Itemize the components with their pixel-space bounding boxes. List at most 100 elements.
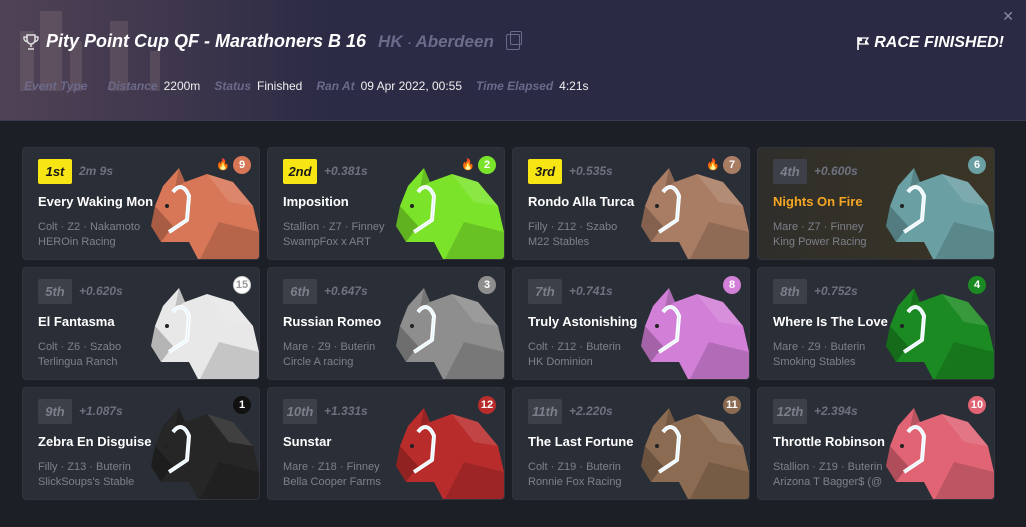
result-card[interactable]: 3rd +0.535s Rondo Alla Turca Filly · Z12… <box>512 147 750 260</box>
horse-portrait <box>886 408 994 499</box>
time-gap: +0.620s <box>79 284 123 298</box>
stable-name[interactable]: HK Dominion <box>528 356 593 368</box>
stable-name[interactable]: Terlingua Ranch <box>38 356 118 368</box>
horse-details: Filly · Z13 · Buterin <box>38 461 131 473</box>
horse-details: Stallion · Z19 · Buterin <box>773 461 883 473</box>
horse-portrait <box>151 288 259 379</box>
horse-name[interactable]: Rondo Alla Turca <box>528 194 634 209</box>
horse-portrait <box>641 168 749 259</box>
fire-icon: 🔥 <box>706 159 720 171</box>
place-badge: 5th <box>38 279 72 304</box>
place-badge: 12th <box>773 399 807 424</box>
gate-number-badge: 8 <box>723 276 741 294</box>
stable-name[interactable]: Arizona T Bagger$ (@ <box>773 476 882 488</box>
stable-name[interactable]: SwampFox x ART <box>283 236 371 248</box>
horse-name[interactable]: The Last Fortune <box>528 434 633 449</box>
race-title-row: Pity Point Cup QF - Marathoners B 16 HK … <box>22 30 522 52</box>
horse-portrait <box>396 288 504 379</box>
gate-number-badge: 11 <box>723 396 741 414</box>
horse-details: Colt · Z12 · Buterin <box>528 341 621 353</box>
result-card[interactable]: 4th +0.600s Nights On Fire Mare · Z7 · F… <box>757 147 995 260</box>
gate-number-badge: 2 <box>478 156 496 174</box>
horse-portrait <box>396 168 504 259</box>
time-gap: +0.752s <box>814 284 858 298</box>
flag-icon <box>857 37 870 50</box>
horse-name[interactable]: Truly Astonishing <box>528 314 637 329</box>
time-gap: +1.331s <box>324 404 368 418</box>
race-header: ✕ Pity Point Cup QF - Marathoners B 16 H… <box>0 0 1026 121</box>
gate-number-badge: 6 <box>968 156 986 174</box>
close-icon[interactable]: ✕ <box>1002 8 1014 25</box>
stable-name[interactable]: Ronnie Fox Racing <box>528 476 622 488</box>
horse-details: Filly · Z12 · Szabo <box>528 221 618 233</box>
horse-name[interactable]: Every Waking Mon <box>38 194 153 209</box>
meta-event-type: Event Type <box>24 79 88 93</box>
horse-name[interactable]: Throttle Robinson <box>773 434 885 449</box>
result-card[interactable]: 9th +1.087s Zebra En Disguise Filly · Z1… <box>22 387 260 500</box>
horse-portrait <box>151 168 259 259</box>
result-card[interactable]: 12th +2.394s Throttle Robinson Stallion … <box>757 387 995 500</box>
time-gap: 2m 9s <box>79 164 114 178</box>
horse-details: Colt · Z6 · Szabo <box>38 341 122 353</box>
stable-name[interactable]: Smoking Stables <box>773 356 856 368</box>
meta-status: Status Finished <box>214 79 303 93</box>
horse-details: Mare · Z18 · Finney <box>283 461 380 473</box>
time-gap: +0.535s <box>569 164 613 178</box>
copy-icon[interactable] <box>505 30 522 50</box>
stable-name[interactable]: M22 Stables <box>528 236 589 248</box>
horse-portrait <box>396 408 504 499</box>
gate-number-badge: 7 <box>723 156 741 174</box>
place-badge: 6th <box>283 279 317 304</box>
horse-name[interactable]: Where Is The Love <box>773 314 888 329</box>
horse-name[interactable]: Imposition <box>283 194 349 209</box>
stable-name[interactable]: Bella Cooper Farms <box>283 476 381 488</box>
fire-icon: 🔥 <box>216 159 230 171</box>
place-badge: 2nd <box>283 159 317 184</box>
result-card[interactable]: 2nd +0.381s Imposition Stallion · Z7 · F… <box>267 147 505 260</box>
time-gap: +0.381s <box>324 164 368 178</box>
gate-number-badge: 12 <box>478 396 496 414</box>
result-card[interactable]: 5th +0.620s El Fantasma Colt · Z6 · Szab… <box>22 267 260 380</box>
race-meta: Event Type Distance 2200m Status Finished … <box>24 79 589 93</box>
horse-details: Colt · Z2 · Nakamoto <box>38 221 141 233</box>
horse-name[interactable]: Sunstar <box>283 434 331 449</box>
time-gap: +2.220s <box>569 404 613 418</box>
stable-name[interactable]: King Power Racing <box>773 236 867 248</box>
result-card[interactable]: 1st 2m 9s Every Waking Mon Colt · Z2 · N… <box>22 147 260 260</box>
place-badge: 1st <box>38 159 72 184</box>
gate-number-badge: 4 <box>968 276 986 294</box>
result-card[interactable]: 10th +1.331s Sunstar Mare · Z18 · Finney… <box>267 387 505 500</box>
horse-name[interactable]: Nights On Fire <box>773 194 863 209</box>
horse-details: Stallion · Z7 · Finney <box>283 221 385 233</box>
result-card[interactable]: 8th +0.752s Where Is The Love Mare · Z9 … <box>757 267 995 380</box>
stable-name[interactable]: HEROin Racing <box>38 236 116 248</box>
trophy-icon <box>23 33 39 50</box>
fire-icon: 🔥 <box>461 159 475 171</box>
horse-portrait <box>151 408 259 499</box>
race-status-banner: RACE FINISHED! <box>856 34 1004 52</box>
result-card[interactable]: 7th +0.741s Truly Astonishing Colt · Z12… <box>512 267 750 380</box>
place-badge: 8th <box>773 279 807 304</box>
time-gap: +2.394s <box>814 404 858 418</box>
stable-name[interactable]: SlickSoups's Stable <box>38 476 134 488</box>
stable-name[interactable]: Circle A racing <box>283 356 353 368</box>
gate-number-badge: 9 <box>233 156 251 174</box>
result-card[interactable]: 6th +0.647s Russian Romeo Mare · Z9 · Bu… <box>267 267 505 380</box>
horse-name[interactable]: Zebra En Disguise <box>38 434 151 449</box>
results-grid: 1st 2m 9s Every Waking Mon Colt · Z2 · N… <box>22 147 995 500</box>
place-badge: 7th <box>528 279 562 304</box>
time-gap: +0.600s <box>814 164 858 178</box>
place-badge: 4th <box>773 159 807 184</box>
horse-details: Mare · Z9 · Buterin <box>283 341 376 353</box>
result-card[interactable]: 11th +2.220s The Last Fortune Colt · Z19… <box>512 387 750 500</box>
race-location: HK · Aberdeen <box>378 31 494 51</box>
horse-name[interactable]: Russian Romeo <box>283 314 381 329</box>
place-badge: 9th <box>38 399 72 424</box>
place-badge: 11th <box>528 399 562 424</box>
horse-name[interactable]: El Fantasma <box>38 314 115 329</box>
gate-number-badge: 1 <box>233 396 251 414</box>
time-gap: +0.741s <box>569 284 613 298</box>
meta-distance: Distance 2200m <box>107 79 201 93</box>
meta-ran-at: Ran At 09 Apr 2022, 00:55 <box>316 79 463 93</box>
header-background-art <box>0 0 330 120</box>
